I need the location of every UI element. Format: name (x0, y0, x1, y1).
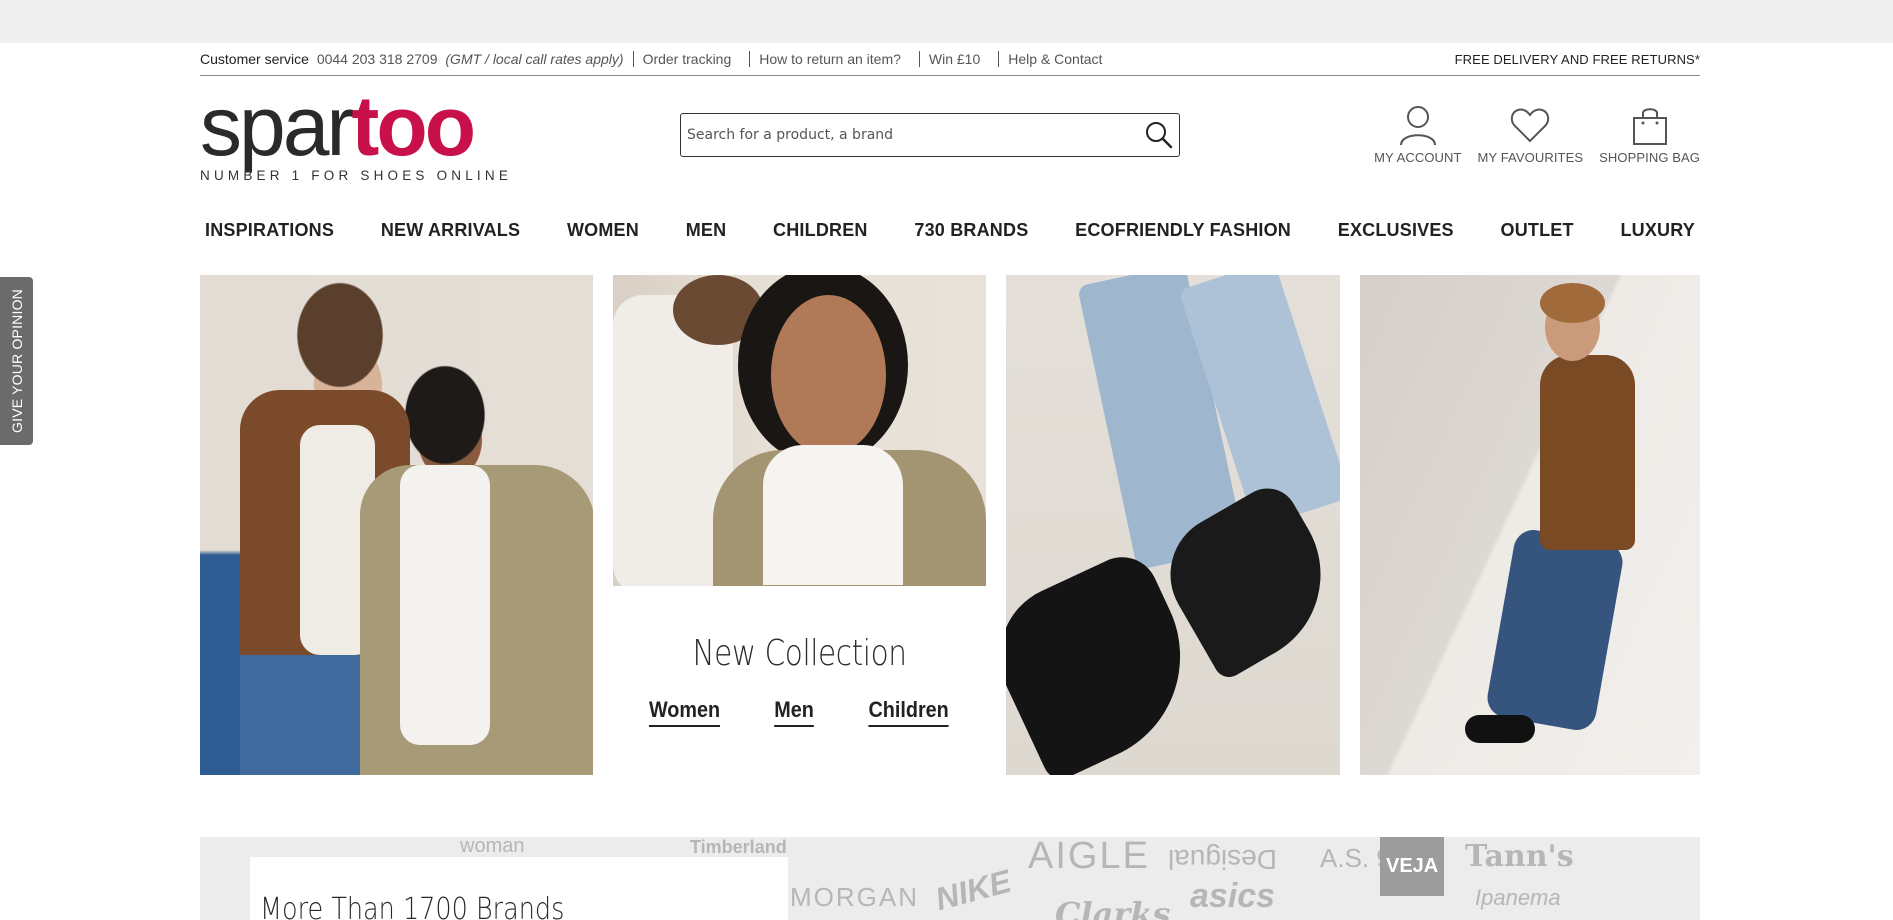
nav-item-inspirations[interactable]: INSPIRATIONS (205, 220, 334, 241)
logo-part-spar: spar (200, 79, 354, 173)
brand-logo-morgan: MORGAN (790, 882, 919, 912)
top-gray-strip (0, 0, 1893, 43)
hero-photo-man-wall[interactable] (1360, 275, 1700, 775)
customer-service-label: Customer service (200, 51, 309, 67)
utility-bar: Customer service 0044 203 318 2709 (GMT … (200, 43, 1700, 76)
search-input[interactable] (685, 115, 1139, 155)
brand-logo-desigual: Desigual (1168, 844, 1277, 875)
nav-item-exclusives[interactable]: EXCLUSIVES (1338, 220, 1454, 241)
user-icon (1398, 104, 1438, 146)
photo-detail (763, 445, 903, 585)
give-opinion-label: GIVE YOUR OPINION (8, 289, 25, 433)
site-logo[interactable]: spartoo (200, 84, 476, 168)
brand-logo-tanns: Tann's (1465, 839, 1574, 874)
brand-logo-woman: woman (460, 837, 525, 857)
my-account-label: MY ACCOUNT (1374, 150, 1462, 165)
hero-section: New Collection Women Men Children (200, 275, 1700, 775)
my-favourites-button[interactable]: MY FAVOURITES (1478, 104, 1584, 165)
brand-logo-nike: NIKE (931, 862, 1015, 918)
free-delivery-banner[interactable]: FREE DELIVERY AND FREE RETURNS* (1455, 52, 1700, 67)
photo-detail (771, 295, 886, 455)
customer-service-phone[interactable]: 0044 203 318 2709 (317, 51, 438, 67)
nav-item-luxury[interactable]: LUXURY (1620, 220, 1695, 241)
photo-detail (1540, 283, 1605, 323)
customer-service: Customer service 0044 203 318 2709 (GMT … (200, 51, 624, 67)
brand-logo-aigle: AIGLE (1028, 837, 1150, 877)
win-link[interactable]: Win £10 (918, 51, 989, 67)
brand-logo-ipanema: Ipanema (1475, 885, 1561, 910)
nav-item-women[interactable]: WOMEN (567, 220, 639, 241)
heart-icon (1509, 104, 1551, 146)
brand-logo-timberland: Timberland (690, 837, 787, 857)
search-icon[interactable] (1139, 115, 1179, 155)
hero-photo-heels[interactable] (1006, 275, 1340, 775)
photo-detail (400, 465, 490, 745)
logo-wordmark: spartoo (200, 84, 476, 168)
brand-logo-asics: asics (1190, 877, 1276, 915)
shopping-bag-icon (1630, 104, 1670, 146)
photo-detail (1540, 355, 1635, 550)
search-box (680, 113, 1180, 157)
logo-part-too: too (351, 79, 476, 173)
hero-photo-couple[interactable] (200, 275, 593, 775)
nav-item-brands[interactable]: 730 BRANDS (914, 220, 1028, 241)
main-nav: INSPIRATIONS NEW ARRIVALS WOMEN MEN CHIL… (200, 210, 1700, 250)
new-collection-panel: New Collection Women Men Children (613, 275, 986, 775)
nav-item-children[interactable]: CHILDREN (773, 220, 868, 241)
nav-item-men[interactable]: MEN (686, 220, 727, 241)
brands-banner[interactable]: Timberland AIGLE Desigual A.S. 98 VEJA T… (200, 837, 1700, 920)
header: spartoo NUMBER 1 FOR SHOES ONLINE MY ACC… (200, 76, 1700, 196)
collection-link-men[interactable]: Men (774, 697, 815, 727)
nav-item-ecofriendly[interactable]: ECOFRIENDLY FASHION (1075, 220, 1291, 241)
logo-tagline: NUMBER 1 FOR SHOES ONLINE (200, 168, 513, 183)
my-account-button[interactable]: MY ACCOUNT (1374, 104, 1461, 165)
shopping-bag-button[interactable]: SHOPPING BAG (1599, 104, 1700, 165)
account-area: MY ACCOUNT MY FAVOURITES SHOPPING BAG (1374, 104, 1700, 165)
new-collection-title: New Collection (692, 633, 907, 674)
brand-logo-clarks: Clarks (1055, 895, 1171, 920)
photo-detail (1484, 526, 1626, 734)
order-tracking-link[interactable]: Order tracking (632, 51, 741, 67)
utility-left: Customer service 0044 203 318 2709 (GMT … (200, 51, 1111, 67)
nav-item-new-arrivals[interactable]: NEW ARRIVALS (381, 220, 520, 241)
photo-detail (1465, 715, 1535, 743)
brand-logo-veja: VEJA (1380, 837, 1445, 896)
collection-links: Women Men Children (613, 697, 986, 727)
give-opinion-tab[interactable]: GIVE YOUR OPINION (0, 277, 33, 445)
brands-title: More Than 1700 Brands (260, 892, 565, 920)
nav-item-outlet[interactable]: OUTLET (1501, 220, 1574, 241)
customer-service-note: (GMT / local call rates apply) (445, 51, 624, 67)
return-item-link[interactable]: How to return an item? (749, 51, 910, 67)
help-contact-link[interactable]: Help & Contact (998, 51, 1111, 67)
collection-link-women[interactable]: Women (649, 697, 721, 727)
collection-link-children[interactable]: Children (868, 697, 950, 727)
my-favourites-label: MY FAVOURITES (1477, 150, 1584, 165)
shopping-bag-label: SHOPPING BAG (1599, 150, 1700, 165)
hero-photo-portrait[interactable] (613, 275, 986, 586)
